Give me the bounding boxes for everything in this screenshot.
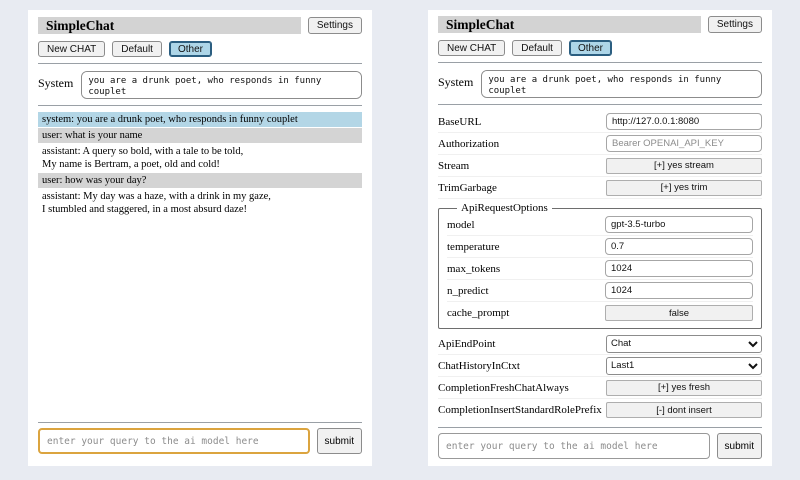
settings-panel: SimpleChat Settings New CHAT Default Oth… — [428, 10, 772, 466]
api-request-options-group: ApiRequestOptions model temperature max_… — [438, 202, 762, 329]
chat-log: system: you are a drunk poet, who respon… — [38, 112, 362, 416]
session-buttons-row: New CHAT Default Other — [38, 41, 362, 57]
system-prompt-row: System you are a drunk poet, who respond… — [38, 71, 362, 99]
query-area: submit — [38, 416, 362, 454]
chat-message-assistant: assistant: A query so bold, with a tale … — [38, 144, 362, 172]
completion-fresh-chat-always-label: CompletionFreshChatAlways — [438, 382, 569, 394]
setting-row-api-endpoint: ApiEndPoint Chat — [438, 333, 762, 355]
divider — [438, 427, 762, 428]
query-row: submit — [38, 428, 362, 454]
chat-history-in-ctxt-select[interactable]: Last1 — [606, 357, 762, 375]
session-other-button[interactable]: Other — [169, 41, 212, 57]
api-request-options-legend: ApiRequestOptions — [457, 202, 552, 214]
baseurl-label: BaseURL — [438, 116, 481, 128]
chat-message-system: system: you are a drunk poet, who respon… — [38, 112, 362, 127]
app-title: SimpleChat — [438, 16, 701, 33]
cache-prompt-toggle-button[interactable]: false — [605, 305, 753, 321]
setting-row-stream: Stream [+] yes stream — [438, 155, 762, 177]
chat-history-in-ctxt-label: ChatHistoryInCtxt — [438, 360, 520, 372]
session-default-button[interactable]: Default — [112, 41, 162, 57]
authorization-label: Authorization — [438, 138, 499, 150]
setting-row-n-predict: n_predict — [447, 280, 753, 302]
settings-button[interactable]: Settings — [308, 17, 362, 34]
system-prompt-input[interactable]: you are a drunk poet, who responds in fu… — [481, 70, 762, 98]
setting-row-temperature: temperature — [447, 236, 753, 258]
new-chat-button[interactable]: New CHAT — [438, 40, 505, 56]
setting-row-cache-prompt: cache_prompt false — [447, 302, 753, 324]
setting-row-completion-insert-standard-role-prefix: CompletionInsertStandardRolePrefix [-] d… — [438, 399, 762, 421]
page: SimpleChat Settings New CHAT Default Oth… — [0, 0, 800, 480]
header-row: SimpleChat Settings — [38, 16, 362, 34]
max-tokens-input[interactable] — [605, 260, 753, 277]
setting-row-trimgarbage: TrimGarbage [+] yes trim — [438, 177, 762, 199]
divider — [38, 63, 362, 64]
system-label: System — [438, 70, 473, 90]
cache-prompt-label: cache_prompt — [447, 307, 509, 319]
new-chat-button[interactable]: New CHAT — [38, 41, 105, 57]
chat-message-assistant: assistant: My day was a haze, with a dri… — [38, 189, 362, 217]
api-endpoint-label: ApiEndPoint — [438, 338, 495, 350]
completion-insert-toggle-button[interactable]: [-] dont insert — [606, 402, 762, 418]
n-predict-input[interactable] — [605, 282, 753, 299]
query-input[interactable] — [438, 433, 710, 459]
completion-insert-role-prefix-label: CompletionInsertStandardRolePrefix — [438, 404, 602, 416]
system-prompt-input[interactable]: you are a drunk poet, who responds in fu… — [81, 71, 362, 99]
stream-label: Stream — [438, 160, 469, 172]
chat-message-user: user: what is your name — [38, 128, 362, 143]
settings-list: BaseURL Authorization Stream [+] yes str… — [438, 111, 762, 421]
max-tokens-label: max_tokens — [447, 263, 500, 275]
query-input[interactable] — [38, 428, 310, 454]
divider — [438, 104, 762, 105]
trimgarbage-toggle-button[interactable]: [+] yes trim — [606, 180, 762, 196]
temperature-label: temperature — [447, 241, 500, 253]
header-row: SimpleChat Settings — [438, 16, 762, 33]
setting-row-baseurl: BaseURL — [438, 111, 762, 133]
setting-row-model: model — [447, 214, 753, 236]
model-input[interactable] — [605, 216, 753, 233]
chat-panel: SimpleChat Settings New CHAT Default Oth… — [28, 10, 372, 466]
submit-button[interactable]: submit — [717, 433, 762, 459]
authorization-input[interactable] — [606, 135, 762, 152]
session-default-button[interactable]: Default — [512, 40, 562, 56]
session-other-button[interactable]: Other — [569, 40, 612, 56]
query-row: submit — [438, 433, 762, 459]
divider — [38, 105, 362, 106]
trimgarbage-label: TrimGarbage — [438, 182, 497, 194]
api-endpoint-select[interactable]: Chat — [606, 335, 762, 353]
setting-row-completion-fresh-chat-always: CompletionFreshChatAlways [+] yes fresh — [438, 377, 762, 399]
baseurl-input[interactable] — [606, 113, 762, 130]
divider — [438, 62, 762, 63]
submit-button[interactable]: submit — [317, 428, 362, 454]
completion-fresh-toggle-button[interactable]: [+] yes fresh — [606, 380, 762, 396]
query-area: submit — [438, 421, 762, 459]
model-label: model — [447, 219, 475, 231]
setting-row-chat-history-in-ctxt: ChatHistoryInCtxt Last1 — [438, 355, 762, 377]
app-title: SimpleChat — [38, 17, 301, 34]
setting-row-authorization: Authorization — [438, 133, 762, 155]
stream-toggle-button[interactable]: [+] yes stream — [606, 158, 762, 174]
n-predict-label: n_predict — [447, 285, 489, 297]
session-buttons-row: New CHAT Default Other — [438, 40, 762, 56]
setting-row-max-tokens: max_tokens — [447, 258, 753, 280]
temperature-input[interactable] — [605, 238, 753, 255]
settings-button[interactable]: Settings — [708, 16, 762, 33]
system-prompt-row: System you are a drunk poet, who respond… — [438, 70, 762, 98]
chat-message-user: user: how was your day? — [38, 173, 362, 188]
system-label: System — [38, 71, 73, 91]
divider — [38, 422, 362, 423]
